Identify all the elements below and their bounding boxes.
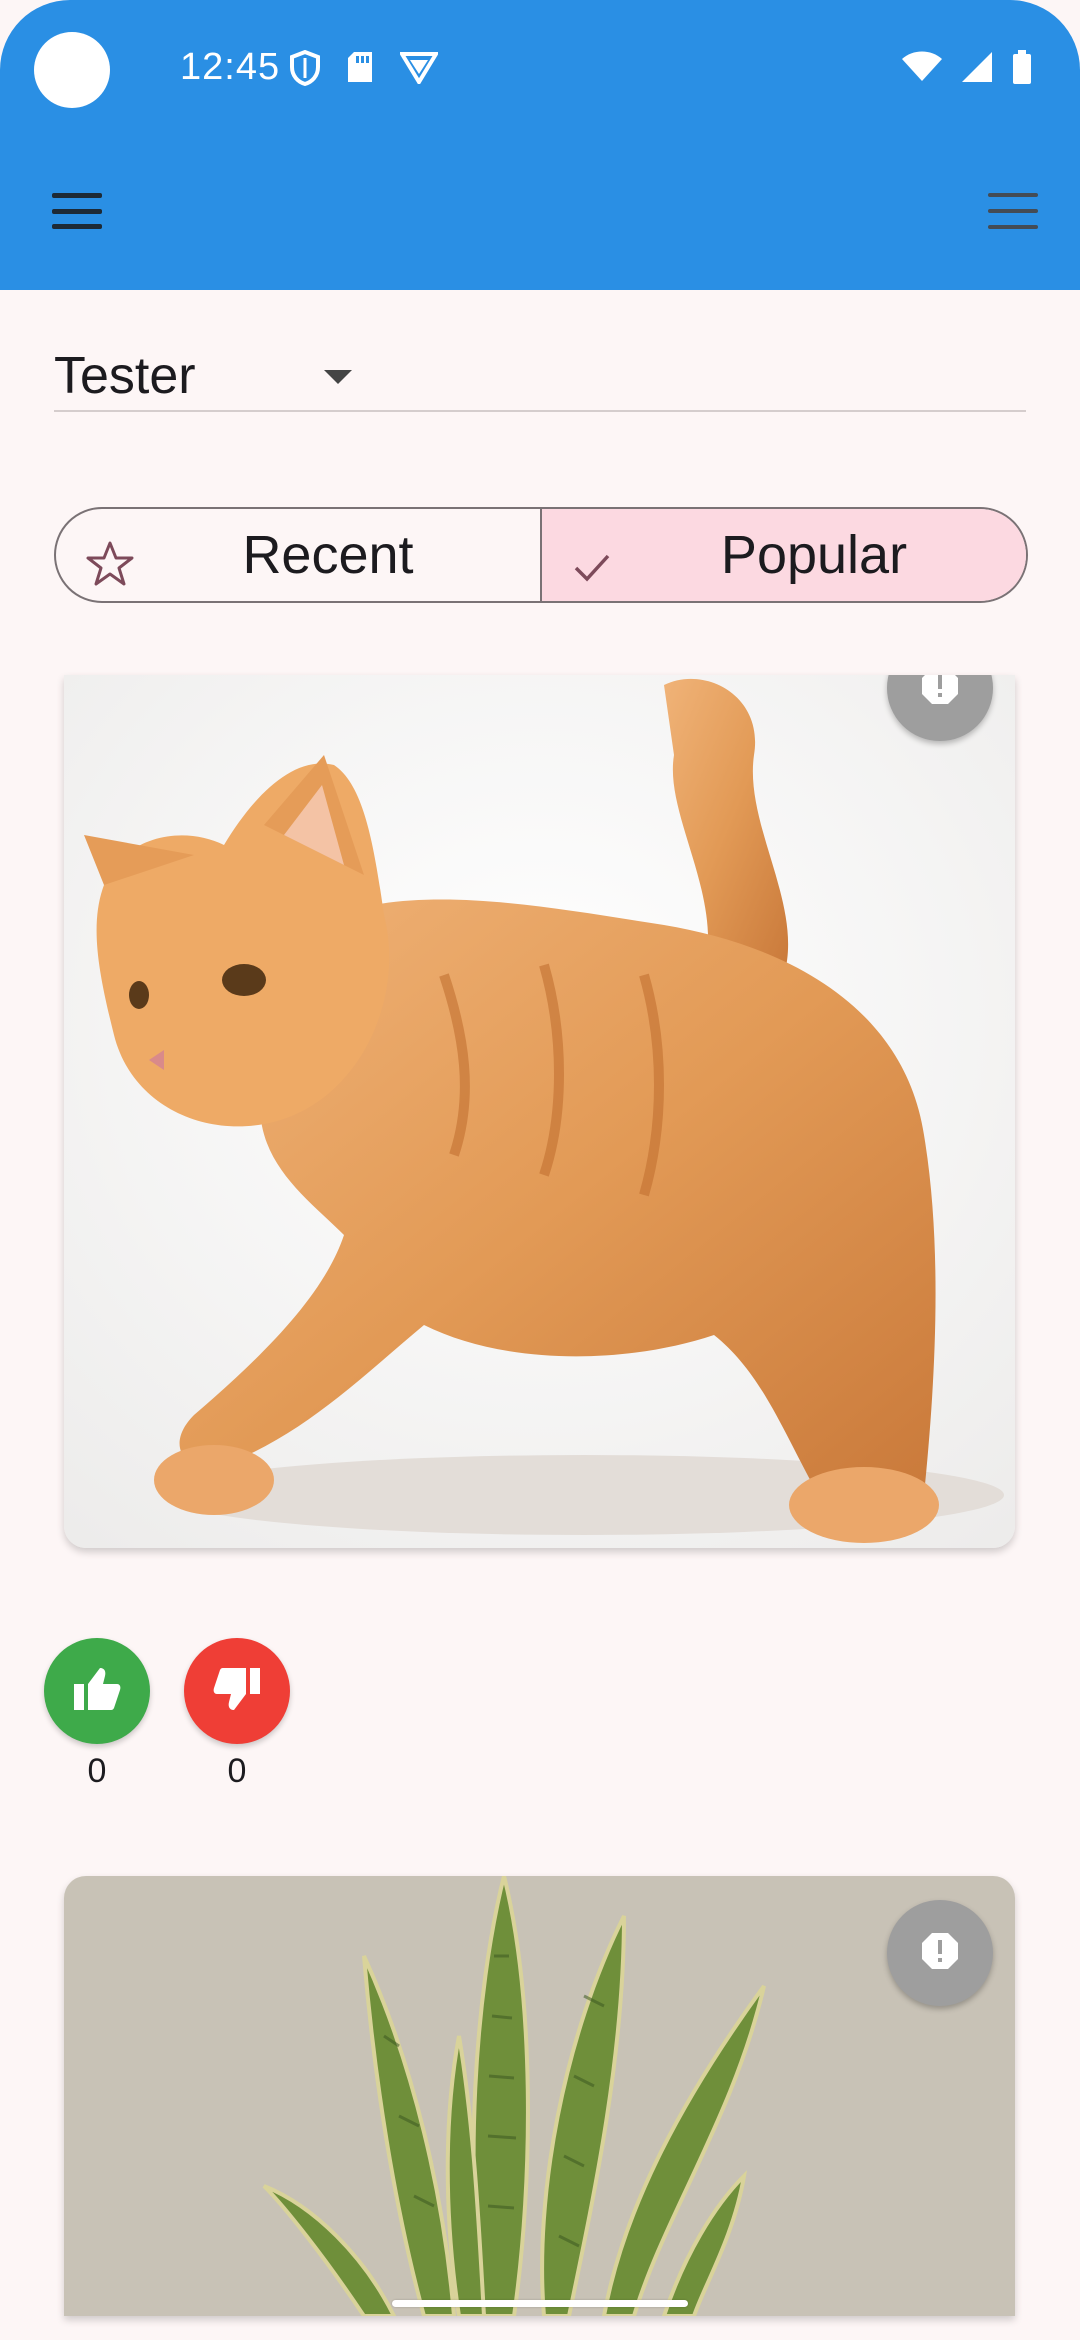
shield-icon: [290, 49, 320, 91]
vpn-icon: [398, 50, 440, 91]
post-image-card[interactable]: [64, 1876, 1015, 2316]
signal-icon: [960, 50, 994, 89]
status-time: 12:45: [180, 46, 281, 88]
tab-recent[interactable]: Recent: [56, 509, 540, 601]
battery-icon: [1012, 50, 1032, 89]
tab-popular[interactable]: Popular: [540, 509, 1026, 601]
dislike-count: 0: [227, 1752, 247, 1790]
alert-icon: [920, 675, 960, 711]
alert-icon: [920, 1931, 960, 1976]
post-image-card[interactable]: [64, 675, 1015, 1548]
camera-cutout: [34, 32, 110, 108]
status-icons-right: [902, 50, 1032, 89]
user-dropdown-value: Tester: [54, 347, 196, 405]
star-outline-icon: [86, 537, 134, 599]
like-count: 0: [87, 1752, 107, 1790]
app-bar: 12:45: [0, 0, 1080, 290]
wifi-icon: [902, 51, 942, 88]
tab-popular-label: Popular: [720, 525, 908, 585]
thumbs-down-icon: [212, 1666, 262, 1717]
sort-segmented-control: Recent Popular: [54, 507, 1028, 603]
hamburger-menu-icon[interactable]: [52, 193, 102, 229]
check-icon: [572, 537, 612, 599]
home-indicator[interactable]: [392, 2300, 688, 2307]
thumbs-up-icon: [72, 1666, 122, 1717]
dislike-button[interactable]: [184, 1638, 290, 1744]
tab-recent-label: Recent: [242, 525, 414, 585]
like-button[interactable]: [44, 1638, 150, 1744]
sd-card-icon: [346, 50, 374, 91]
snake-plant-photo: [64, 1876, 1015, 2316]
status-icons-left: [290, 49, 440, 91]
chevron-down-icon: [324, 370, 352, 384]
report-button[interactable]: [887, 1900, 993, 2006]
user-dropdown[interactable]: Tester: [54, 340, 1026, 412]
more-menu-icon[interactable]: [988, 193, 1038, 229]
orange-cat-photo: [64, 675, 1015, 1548]
